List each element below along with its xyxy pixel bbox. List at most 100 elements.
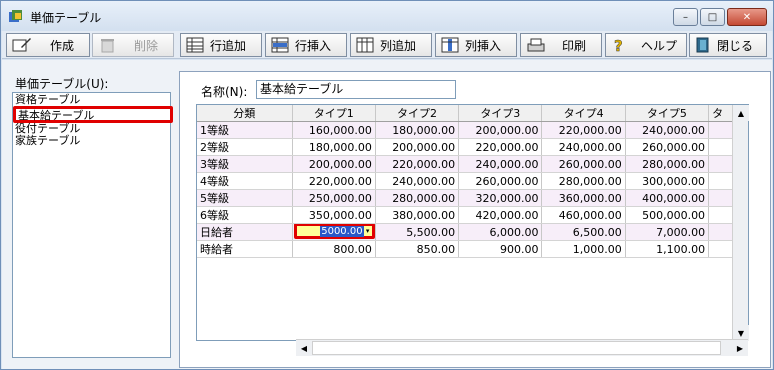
value-cell[interactable]: 800.00 [292, 240, 376, 258]
help-icon: ? [614, 37, 623, 53]
value-cell[interactable]: 400,000.00 [625, 189, 710, 207]
value-cell[interactable]: 200,000.00 [458, 121, 543, 139]
column-header[interactable]: タイプ5 [625, 105, 710, 122]
insert-column-button[interactable]: 列挿入 [435, 33, 517, 57]
header-row: 分類 タイプ1 タイプ2 タイプ3 タイプ4 タイプ5 タ [197, 105, 748, 122]
value-cell[interactable]: 380,000.00 [375, 206, 460, 224]
category-cell[interactable]: 2等級 [197, 138, 293, 156]
category-cell[interactable]: 時給者 [197, 240, 293, 258]
scroll-right-icon[interactable]: ▶ [732, 340, 748, 356]
value-cell[interactable]: 240,000.00 [625, 121, 710, 139]
value-cell[interactable]: 850.00 [375, 240, 460, 258]
value-cell[interactable]: 240,000.00 [541, 138, 626, 156]
category-cell[interactable]: 3等級 [197, 155, 293, 173]
value-cell[interactable]: 160,000.00 [292, 121, 376, 139]
print-label: 印刷 [562, 38, 587, 53]
horizontal-scrollbar[interactable]: ◀ ▶ [296, 339, 748, 356]
category-cell[interactable]: 日給者 [197, 223, 293, 241]
scroll-up-icon[interactable]: ▲ [733, 105, 749, 121]
add-row-button[interactable]: 行追加 [180, 33, 262, 57]
create-button[interactable]: 作成 [6, 33, 90, 57]
scroll-left-icon[interactable]: ◀ [296, 340, 312, 356]
minimize-button[interactable]: – [673, 8, 698, 26]
close-label: 閉じる [717, 38, 754, 53]
title-bar[interactable]: 単価テーブル – □ ✕ [1, 1, 773, 31]
table-row: 5等級 250,000.00 280,000.00 320,000.00 360… [197, 189, 748, 207]
add-column-label: 列追加 [380, 38, 417, 53]
table-row: 1等級 160,000.00 180,000.00 200,000.00 220… [197, 121, 748, 139]
value-cell[interactable]: 200,000.00 [292, 155, 376, 173]
app-icon [9, 10, 22, 22]
print-button[interactable]: 印刷 [520, 33, 602, 57]
value-cell[interactable]: 1,100.00 [625, 240, 710, 258]
value-cell[interactable]: 220,000.00 [458, 138, 543, 156]
column-header[interactable]: タイプ4 [541, 105, 626, 122]
table-listbox[interactable]: 資格テーブル 基本給テーブル 役付テーブル 家族テーブル [12, 92, 173, 358]
add-column-button[interactable]: 列追加 [350, 33, 432, 57]
value-cell[interactable]: 280,000.00 [625, 155, 710, 173]
cell-editor[interactable]: 5000.00 ▾ [293, 223, 375, 239]
value-cell[interactable]: 220,000.00 [375, 155, 460, 173]
category-cell[interactable]: 4等級 [197, 172, 293, 190]
add-column-icon [356, 37, 374, 53]
value-cell[interactable]: 260,000.00 [458, 172, 543, 190]
value-cell[interactable]: 320,000.00 [458, 189, 543, 207]
category-cell[interactable]: 6等級 [197, 206, 293, 224]
value-cell[interactable]: 500,000.00 [625, 206, 710, 224]
value-cell[interactable]: 360,000.00 [541, 189, 626, 207]
insert-column-label: 列挿入 [465, 38, 502, 53]
table-row: 時給者 800.00 850.00 900.00 1,000.00 1,100.… [197, 240, 748, 258]
add-row-label: 行追加 [210, 38, 247, 53]
list-item-selected[interactable]: 基本給テーブル [13, 106, 173, 123]
create-label: 作成 [50, 38, 75, 53]
value-cell[interactable]: 1,000.00 [541, 240, 626, 258]
value-cell[interactable]: 6,000.00 [458, 223, 543, 241]
editing-cell[interactable]: 5000.00 ▾ [292, 223, 376, 241]
vertical-scrollbar[interactable]: ▲ ▼ [732, 105, 749, 341]
value-cell[interactable]: 240,000.00 [458, 155, 543, 173]
svg-text:?: ? [614, 37, 623, 53]
editor-value[interactable]: 5000.00 [320, 225, 364, 237]
minimize-icon: – [683, 11, 688, 23]
column-header[interactable]: 分類 [197, 105, 293, 122]
value-cell[interactable]: 300,000.00 [625, 172, 710, 190]
value-cell[interactable]: 240,000.00 [375, 172, 460, 190]
insert-row-button[interactable]: 行挿入 [265, 33, 347, 57]
main-window: 単価テーブル – □ ✕ 作成 削除 行追加 行挿入 列追加 列挿入 印刷 ? … [0, 0, 774, 370]
delete-button[interactable]: 削除 [92, 33, 174, 57]
value-cell[interactable]: 900.00 [458, 240, 543, 258]
price-grid[interactable]: 分類 タイプ1 タイプ2 タイプ3 タイプ4 タイプ5 タ 1等級 160,00… [196, 104, 749, 341]
list-item[interactable]: 家族テーブル [15, 135, 80, 147]
table-list-label: 単価テーブル(U): [15, 77, 109, 91]
category-cell[interactable]: 5等級 [197, 189, 293, 207]
close-button[interactable]: 閉じる [689, 33, 767, 57]
value-cell[interactable]: 260,000.00 [541, 155, 626, 173]
column-header[interactable]: タイプ3 [458, 105, 543, 122]
value-cell[interactable]: 7,000.00 [625, 223, 710, 241]
value-cell[interactable]: 200,000.00 [375, 138, 460, 156]
value-cell[interactable]: 280,000.00 [541, 172, 626, 190]
value-cell[interactable]: 180,000.00 [292, 138, 376, 156]
name-field[interactable]: 基本給テーブル [256, 80, 456, 99]
value-cell[interactable]: 6,500.00 [541, 223, 626, 241]
close-window-button[interactable]: ✕ [727, 8, 767, 26]
value-cell[interactable]: 350,000.00 [292, 206, 376, 224]
scroll-thumb[interactable] [312, 341, 721, 355]
help-button[interactable]: ? ヘルプ [605, 33, 687, 57]
value-cell[interactable]: 260,000.00 [625, 138, 710, 156]
value-cell[interactable]: 220,000.00 [541, 121, 626, 139]
value-cell[interactable]: 5,500.00 [375, 223, 460, 241]
category-cell[interactable]: 1等級 [197, 121, 293, 139]
column-header[interactable]: タイプ2 [375, 105, 460, 122]
chevron-down-icon[interactable]: ▾ [364, 227, 372, 235]
value-cell[interactable]: 460,000.00 [541, 206, 626, 224]
maximize-button[interactable]: □ [700, 8, 725, 26]
value-cell[interactable]: 220,000.00 [292, 172, 376, 190]
value-cell[interactable]: 180,000.00 [375, 121, 460, 139]
value-cell[interactable]: 250,000.00 [292, 189, 376, 207]
list-item[interactable]: 資格テーブル [15, 94, 80, 106]
value-cell[interactable]: 420,000.00 [458, 206, 543, 224]
value-cell[interactable]: 280,000.00 [375, 189, 460, 207]
column-header[interactable]: タイプ1 [292, 105, 376, 122]
create-icon [12, 38, 31, 52]
